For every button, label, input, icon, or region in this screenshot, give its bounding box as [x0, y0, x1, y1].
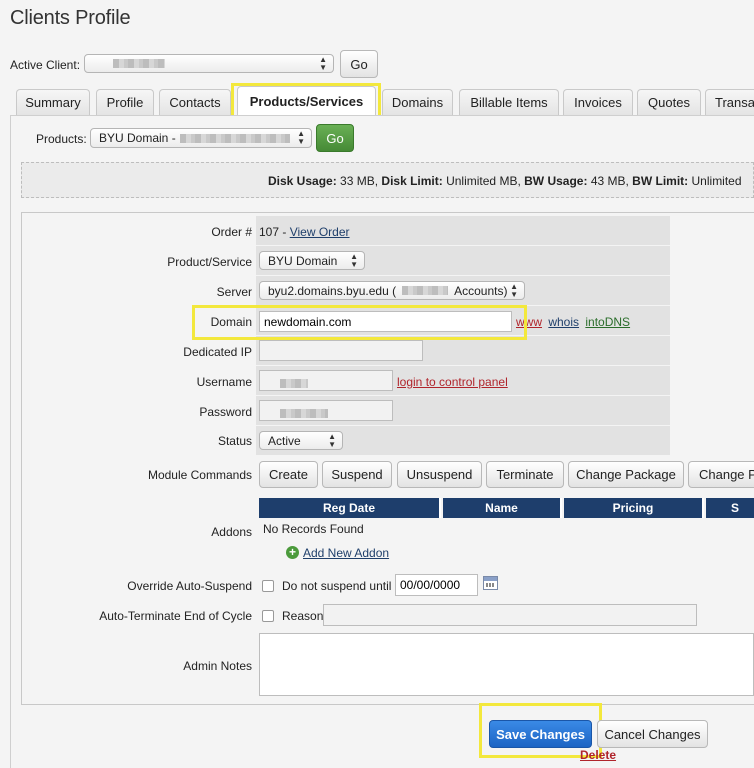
add-new-addon-link[interactable]: Add New Addon: [303, 546, 389, 560]
chevron-updown-icon: ▲ ▼: [350, 251, 358, 269]
server-value: byu2.domains.byu.edu (: [268, 283, 397, 298]
redacted-username: [280, 379, 308, 389]
cancel-changes-button[interactable]: Cancel Changes: [597, 720, 708, 748]
product-service-value: BYU Domain: [268, 253, 338, 268]
chevron-updown-icon: ▲ ▼: [328, 431, 336, 449]
active-client-label: Active Client:: [10, 58, 81, 72]
unsuspend-button[interactable]: Unsuspend: [397, 461, 482, 488]
status-value: Active: [268, 433, 301, 448]
admin-notes-label: Admin Notes: [183, 659, 252, 673]
chevron-updown-icon: ▲ ▼: [510, 281, 518, 299]
tab-quotes[interactable]: Quotes: [637, 89, 701, 115]
tab-billable-items[interactable]: Billable Items: [459, 89, 559, 115]
terminate-button[interactable]: Terminate: [486, 461, 564, 488]
do-not-suspend-label: Do not suspend until: [282, 579, 392, 593]
password-input[interactable]: [259, 400, 393, 421]
active-client-select[interactable]: ▲ ▼: [84, 54, 334, 73]
dedicated-ip-input[interactable]: [259, 340, 423, 361]
create-button[interactable]: Create: [259, 461, 318, 488]
products-select[interactable]: BYU Domain - ▲ ▼: [90, 128, 312, 148]
tab-invoices[interactable]: Invoices: [563, 89, 633, 115]
override-auto-suspend-label: Override Auto-Suspend: [127, 579, 252, 593]
domain-highlight: [192, 305, 527, 340]
admin-notes-textarea[interactable]: [259, 633, 754, 696]
addons-empty-text: No Records Found: [263, 522, 364, 536]
delete-link[interactable]: Delete: [580, 748, 616, 762]
username-input[interactable]: [259, 370, 393, 391]
whois-link[interactable]: whois: [548, 315, 579, 329]
intodns-link[interactable]: intoDNS: [585, 315, 630, 329]
page-title: Clients Profile: [10, 7, 131, 29]
product-service-select[interactable]: BYU Domain ▲ ▼: [259, 251, 365, 270]
suspend-until-date-input[interactable]: [395, 574, 478, 596]
order-label: Order #: [211, 225, 252, 239]
username-label: Username: [196, 375, 252, 389]
products-go-button[interactable]: Go: [316, 124, 354, 152]
redacted-password: [280, 409, 328, 419]
chevron-updown-icon: ▲ ▼: [297, 129, 305, 146]
addons-header-name: Name: [443, 498, 562, 518]
addons-header-pricing: Pricing: [564, 498, 704, 518]
suspend-button[interactable]: Suspend: [322, 461, 392, 488]
change-password-button[interactable]: Change P: [688, 461, 754, 488]
reason-input[interactable]: [323, 604, 697, 626]
reason-label: Reason: [282, 609, 324, 623]
tab-contacts[interactable]: Contacts: [159, 89, 231, 115]
product-service-label: Product/Service: [167, 255, 252, 269]
server-select[interactable]: byu2.domains.byu.edu ( Accounts) ▲ ▼: [259, 281, 525, 300]
redacted-product-domain: [179, 133, 290, 143]
tab-domains[interactable]: Domains: [382, 89, 453, 115]
order-number: 107 - View Order: [259, 225, 350, 239]
change-package-button[interactable]: Change Package: [568, 461, 684, 488]
addons-header-reg-date: Reg Date: [259, 498, 441, 518]
status-label: Status: [217, 434, 252, 448]
calendar-icon[interactable]: [483, 576, 498, 590]
tab-transactions[interactable]: Transa: [705, 89, 754, 115]
status-select[interactable]: Active ▲ ▼: [259, 431, 343, 450]
products-select-value: BYU Domain -: [99, 131, 176, 145]
addons-header-status: S: [706, 498, 754, 518]
tab-summary[interactable]: Summary: [16, 89, 90, 115]
chevron-updown-icon: ▲ ▼: [319, 54, 327, 72]
tab-profile[interactable]: Profile: [96, 89, 154, 115]
redacted-client-name: [113, 59, 165, 68]
server-label: Server: [216, 285, 252, 299]
products-label: Products:: [36, 132, 87, 146]
dedicated-ip-label: Dedicated IP: [183, 345, 252, 359]
server-value-suffix: Accounts): [454, 283, 508, 298]
redacted-server-count: [402, 286, 449, 295]
addons-label: Addons: [211, 525, 252, 539]
login-control-panel-link[interactable]: login to control panel: [397, 375, 508, 389]
module-commands-label: Module Commands: [147, 468, 252, 482]
override-auto-suspend-checkbox[interactable]: [262, 580, 274, 592]
auto-terminate-checkbox[interactable]: [262, 610, 274, 622]
auto-terminate-label: Auto-Terminate End of Cycle: [99, 609, 252, 623]
add-icon: +: [286, 546, 299, 559]
view-order-link[interactable]: View Order: [290, 225, 350, 239]
domain-links: www whois intoDNS: [516, 315, 630, 329]
active-client-go-button[interactable]: Go: [340, 50, 378, 78]
password-label: Password: [199, 405, 252, 419]
usage-text: Disk Usage: 33 MB, Disk Limit: Unlimited…: [268, 174, 742, 188]
